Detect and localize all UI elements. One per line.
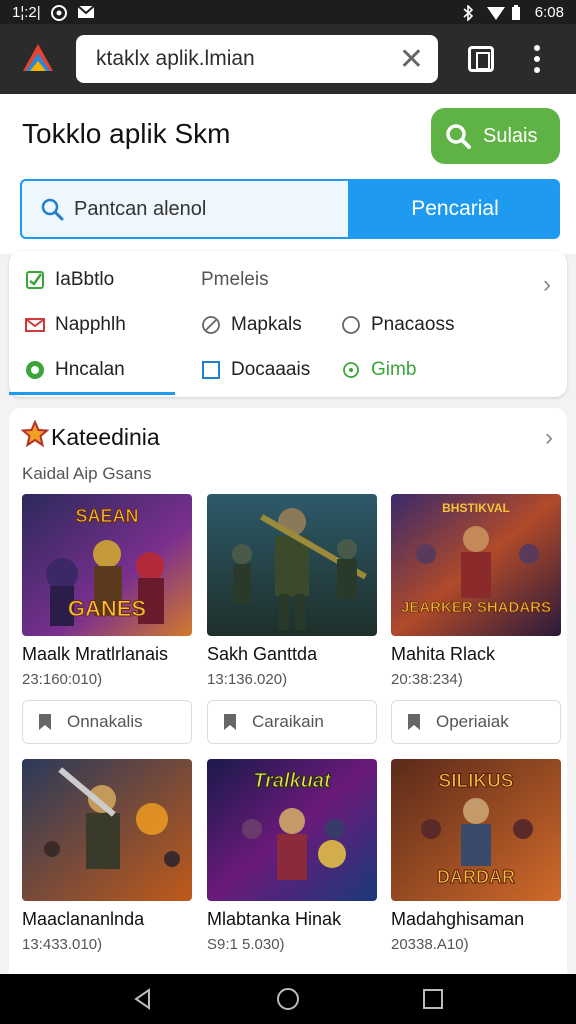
checkbox-icon (202, 361, 220, 379)
notification-icon (50, 5, 67, 21)
svg-text:DARDAR: DARDAR (437, 867, 515, 887)
mail-icon (25, 318, 45, 332)
game-name: Maaclananlnda (22, 909, 145, 929)
browser-logo-icon[interactable] (20, 41, 56, 77)
page-title: Tokklo aplik Skm (22, 118, 231, 149)
browser-toolbar: ktaklx aplik.lmian ✕ (0, 24, 576, 94)
svg-text:JEARKER SHADARS: JEARKER SHADARS (401, 599, 551, 616)
svg-text:SILIKUS: SILIKUS (439, 771, 514, 792)
game-thumbnail[interactable]: SILIKUS DARDAR (391, 759, 561, 901)
svg-text:Tralkuat: Tralkuat (253, 770, 332, 792)
bluetooth-icon (463, 4, 479, 22)
url-field[interactable]: ktaklx aplik.lmian ✕ (76, 35, 438, 83)
chevron-right-icon[interactable]: › (543, 271, 551, 299)
filter-item[interactable]: Pnacaoss (341, 314, 454, 336)
star-icon (21, 420, 49, 448)
svg-text:BHSTIKVAL: BHSTIKVAL (442, 501, 510, 515)
tabs-switcher-icon[interactable] (468, 46, 494, 72)
search-bar: Pantcan alenol Pencarial (20, 179, 560, 239)
filter-item[interactable]: Docaaais (201, 359, 310, 381)
search-input[interactable]: Pantcan alenol (20, 179, 350, 239)
filter-item[interactable]: Hncalan (25, 359, 125, 381)
back-icon[interactable] (131, 987, 155, 1011)
game-card[interactable]: Sakh Ganttda 13:136.020) (207, 494, 377, 688)
game-card[interactable]: Maaclananlnda 13:433.010) (22, 759, 192, 953)
chevron-right-icon[interactable]: › (545, 424, 553, 452)
filter-item[interactable]: Mapkals (201, 314, 302, 336)
search-icon (446, 124, 471, 149)
game-action-button[interactable]: Caraikain (207, 700, 377, 744)
filter-item[interactable]: Napphlh (25, 314, 126, 336)
battery-icon (511, 5, 527, 20)
chat-icon (26, 361, 44, 379)
game-name: Sakh Ganttda (207, 644, 318, 664)
game-meta: 20:38:234) (391, 671, 463, 688)
game-card[interactable]: Tralkuat Mlabtanka Hinak S9:1 5.030) (207, 759, 377, 953)
game-meta: 13:433.010) (22, 936, 103, 953)
game-meta: 13:136.020) (207, 671, 288, 688)
recents-icon[interactable] (421, 987, 445, 1011)
filter-panel: IaBbtlo Pmeleis › Napphlh Mapkals Pnacao… (9, 251, 567, 397)
game-name: Mahita Rlack (391, 644, 496, 664)
page-header: Tokklo aplik Skm Sulais Pantcan alenol P… (0, 94, 576, 254)
game-thumbnail[interactable] (22, 759, 192, 901)
game-meta: S9:1 5.030) (207, 936, 285, 953)
status-bar: 1¦:2| 6:08 (0, 0, 576, 24)
game-card[interactable]: BHSTIKVAL JEARKER SHADARS Mahita Rlack 2… (391, 494, 561, 688)
category-title: Kateedinia (51, 424, 160, 450)
game-thumbnail[interactable] (207, 494, 377, 636)
search-placeholder: Pantcan alenol (74, 197, 207, 220)
mail-notification-icon (76, 5, 95, 19)
bookmark-icon (408, 714, 420, 730)
game-meta: 20338.A10) (391, 936, 469, 953)
search-action-button[interactable]: Sulais (431, 108, 560, 164)
svg-text:SAEAN: SAEAN (75, 506, 138, 526)
svg-text:GANES: GANES (68, 596, 146, 621)
game-thumbnail[interactable]: BHSTIKVAL JEARKER SHADARS (391, 494, 561, 636)
game-action-button[interactable]: Operiaiak (391, 700, 561, 744)
game-card[interactable]: SILIKUS DARDAR Madahghisaman 20338.A10) (391, 759, 561, 953)
home-icon[interactable] (276, 987, 300, 1011)
game-name: Madahghisaman (391, 909, 525, 929)
filter-item[interactable]: IaBbtlo (25, 269, 114, 291)
search-submit-button[interactable]: Pencarial (350, 179, 560, 239)
status-time: 1¦:2| (12, 3, 41, 21)
search-icon (41, 198, 64, 221)
checkbox-checked-icon (26, 271, 44, 289)
game-thumbnail[interactable]: Tralkuat (207, 759, 377, 901)
status-clock: 6:08 (534, 3, 564, 21)
system-nav-bar (0, 974, 576, 1024)
search-action-label: Sulais (483, 124, 538, 147)
filter-item[interactable]: Pmeleis (201, 269, 269, 291)
radio-green-icon (343, 362, 359, 378)
signal-icon (486, 5, 505, 20)
category-section: Kateedinia › Kaidal Aip Gsans SAEAN GANE… (9, 408, 567, 974)
overflow-menu-icon[interactable] (534, 45, 540, 73)
game-name: Maalk Mratlrlanais (22, 644, 169, 664)
bookmark-icon (39, 714, 51, 730)
game-name: Mlabtanka Hinak (207, 909, 342, 929)
filter-item[interactable]: Gimb (341, 359, 416, 381)
game-card[interactable]: SAEAN GANES Maalk Mratlrlanais 23:160:01… (22, 494, 192, 688)
category-subtitle: Kaidal Aip Gsans (22, 464, 152, 483)
game-meta: 23:160:010) (22, 671, 103, 688)
radio-icon (342, 316, 360, 334)
active-tab-indicator (9, 392, 175, 395)
circle-slash-icon (202, 316, 220, 334)
game-action-button[interactable]: Onnakalis (22, 700, 192, 744)
clear-url-icon[interactable]: ✕ (399, 42, 424, 77)
url-text[interactable]: ktaklx aplik.lmian (96, 47, 399, 71)
bookmark-icon (224, 714, 236, 730)
game-thumbnail[interactable]: SAEAN GANES (22, 494, 192, 636)
